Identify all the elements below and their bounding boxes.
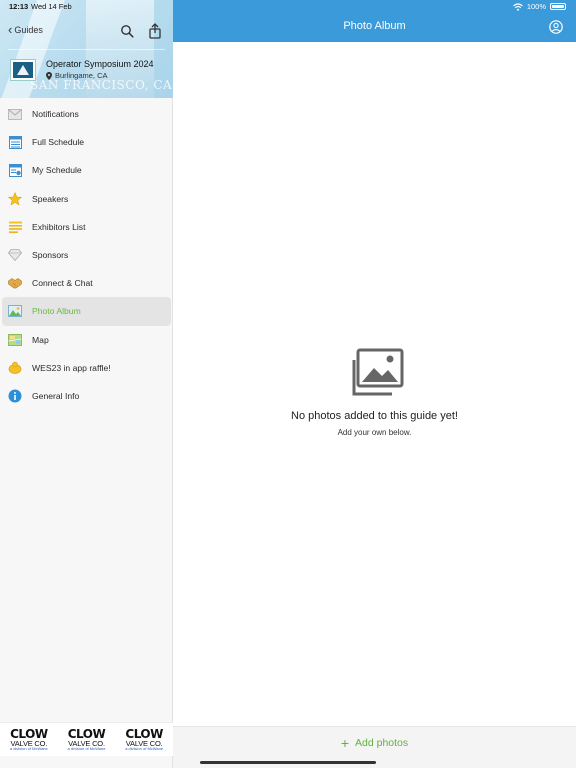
guide-logo	[10, 59, 36, 81]
calendar-icon	[8, 135, 22, 149]
status-date: Wed 14 Feb	[31, 2, 72, 11]
add-photos-button[interactable]: + Add photos	[173, 735, 576, 751]
list-icon	[8, 220, 22, 234]
plus-icon: +	[340, 735, 350, 751]
battery-percent: 100%	[526, 2, 546, 11]
search-icon[interactable]	[120, 24, 134, 38]
chevron-left-icon: ‹	[8, 22, 13, 37]
sidebar-item-label: Full Schedule	[32, 137, 85, 148]
sidebar-item-label: Exhibitors List	[32, 221, 86, 232]
status-time: 12:13	[9, 2, 29, 11]
add-photos-label: Add photos	[355, 737, 409, 749]
sponsor-tag: a division of McWane	[9, 746, 48, 752]
envelope-icon	[8, 107, 22, 121]
sidebar-item-raffle[interactable]: WES23 in app raffle!	[0, 354, 173, 382]
sidebar-item-label: Notifications	[32, 109, 79, 120]
profile-icon[interactable]	[549, 20, 563, 34]
sidebar-item-label: Connect & Chat	[32, 278, 93, 289]
hero-watermark: SAN FRANCISCO, CA	[30, 78, 173, 92]
sidebar-item-speakers[interactable]: Speakers	[0, 185, 173, 213]
photo-icon	[8, 304, 22, 318]
map-icon	[8, 333, 22, 347]
nav-bar: 100% Photo Album	[173, 0, 576, 42]
guide-header: SAN FRANCISCO, CA 12:13 Wed 14 Feb ‹ Gui…	[0, 0, 173, 98]
sidebar-item-label: General Info	[32, 390, 80, 401]
battery-icon	[550, 3, 566, 10]
info-icon	[8, 389, 22, 403]
sidebar-item-photo-album[interactable]: Photo Album	[2, 297, 171, 326]
raffle-icon	[8, 361, 22, 375]
diamond-icon	[8, 248, 22, 262]
empty-state: No photos added to this guide yet! Add y…	[173, 348, 576, 437]
handshake-icon	[8, 276, 22, 290]
back-button[interactable]: ‹ Guides	[8, 22, 43, 37]
share-icon[interactable]	[148, 23, 162, 39]
star-icon	[8, 191, 22, 206]
sidebar-item-label: Photo Album	[32, 306, 81, 317]
calendar-check-icon	[8, 163, 22, 177]
page-title: Photo Album	[343, 20, 406, 32]
wifi-icon	[512, 2, 523, 11]
guide-location: Burlingame, CA	[46, 71, 108, 80]
back-label: Guides	[14, 25, 43, 35]
empty-state-subtitle: Add your own below.	[337, 428, 412, 437]
photos-icon	[352, 348, 403, 396]
sidebar-item-notifications[interactable]: Notifications	[0, 100, 173, 128]
sponsor-name: CLOW	[67, 726, 106, 741]
sidebar-item-label: WES23 in app raffle!	[32, 362, 111, 373]
sidebar-item-full-schedule[interactable]: Full Schedule	[0, 128, 173, 156]
guide-location-text: Burlingame, CA	[55, 71, 108, 80]
sponsor-logo[interactable]: CLOW VALVE CO. a division of McWane	[62, 725, 110, 755]
home-indicator[interactable]	[200, 761, 376, 764]
sidebar: SAN FRANCISCO, CA 12:13 Wed 14 Feb ‹ Gui…	[0, 0, 173, 768]
sidebar-item-general-info[interactable]: General Info	[0, 382, 173, 410]
sidebar-item-my-schedule[interactable]: My Schedule	[0, 156, 173, 184]
sponsor-logo[interactable]: CLOW VALVE CO. a division of McWane	[5, 725, 53, 755]
sidebar-item-label: Map	[32, 334, 49, 345]
sidebar-item-map[interactable]: Map	[0, 326, 173, 354]
empty-state-title: No photos added to this guide yet!	[291, 410, 458, 422]
header-divider	[8, 49, 165, 50]
sponsor-tag: a division of McWane	[125, 746, 164, 752]
status-indicators: 100%	[512, 2, 566, 11]
guide-title: Operator Symposium 2024	[46, 59, 154, 69]
sponsor-logo[interactable]: CLOW VALVE CO. a division of McWane	[120, 725, 168, 755]
sidebar-item-sponsors[interactable]: Sponsors	[0, 241, 173, 269]
sidebar-item-connect-chat[interactable]: Connect & Chat	[0, 269, 173, 297]
sponsor-name: CLOW	[10, 726, 48, 741]
sponsor-bar: CLOW VALVE CO. a division of McWane CLOW…	[0, 722, 173, 756]
main-panel: 100% Photo Album No photos added to this…	[173, 0, 576, 768]
sidebar-item-label: Sponsors	[32, 250, 69, 261]
location-pin-icon	[46, 71, 52, 80]
sidebar-menu: Notifications Full Schedule My Schedule …	[0, 100, 173, 410]
sponsor-name: CLOW	[125, 726, 163, 741]
sidebar-item-exhibitors[interactable]: Exhibitors List	[0, 213, 173, 241]
sidebar-item-label: My Schedule	[32, 165, 82, 176]
sponsor-tag: a division of McWane	[67, 746, 106, 752]
sidebar-item-label: Speakers	[32, 193, 69, 204]
